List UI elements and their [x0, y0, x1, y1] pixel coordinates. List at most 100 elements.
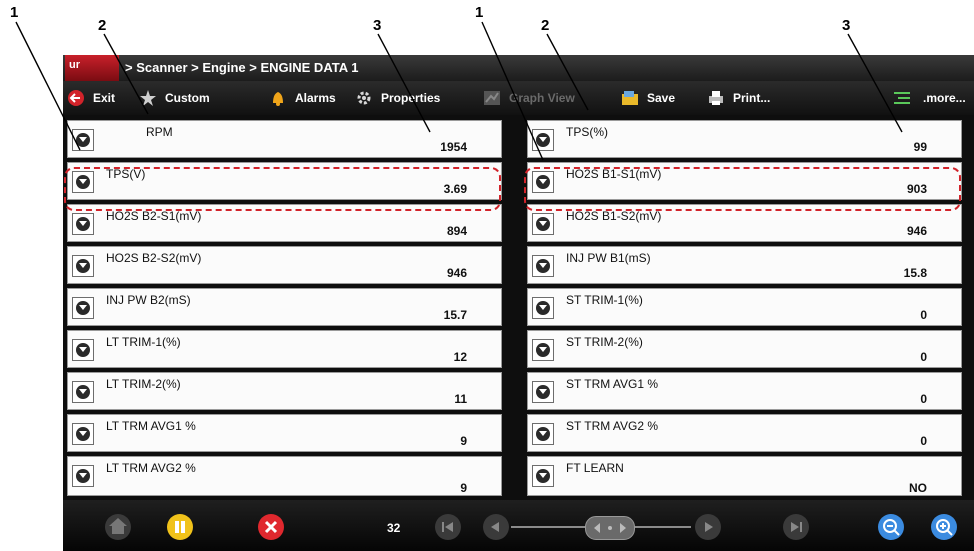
callout-3-right: 3 [842, 17, 851, 34]
more-label: .more... [923, 91, 966, 105]
chevron-down-icon [536, 385, 550, 399]
close-icon [264, 520, 278, 534]
title-bar: ur > Scanner > Engine > ENGINE DATA 1 [63, 55, 974, 81]
row-dropdown-button[interactable] [532, 213, 554, 235]
data-row[interactable]: ST TRM AVG2 % 0 [527, 414, 962, 452]
stop-button[interactable] [258, 514, 284, 540]
row-label: FT LEARN [566, 461, 624, 475]
zoom-out-button[interactable] [878, 514, 904, 540]
row-dropdown-button[interactable] [532, 297, 554, 319]
row-value: 12 [453, 350, 467, 364]
data-row[interactable]: RPM 1954 [67, 120, 502, 158]
row-dropdown-button[interactable] [72, 465, 94, 487]
properties-button[interactable]: Properties [355, 87, 440, 109]
more-button[interactable]: .more... [893, 87, 966, 109]
row-dropdown-button[interactable] [72, 297, 94, 319]
row-label: HO2S B2-S2(mV) [106, 251, 202, 265]
step-forward-button[interactable] [695, 514, 721, 540]
data-row[interactable]: HO2S B2-S2(mV) 946 [67, 246, 502, 284]
app-logo-icon: ur [65, 55, 119, 81]
home-button[interactable] [105, 514, 131, 540]
print-label: Print... [733, 91, 771, 105]
data-row[interactable]: LT TRIM-2(%) 11 [67, 372, 502, 410]
row-dropdown-button[interactable] [532, 339, 554, 361]
callout-1-left: 1 [10, 4, 19, 21]
row-dropdown-button[interactable] [72, 255, 94, 277]
row-dropdown-button[interactable] [532, 423, 554, 445]
callout-3-left: 3 [373, 17, 382, 34]
graph-view-button[interactable]: Graph View [483, 87, 575, 109]
row-dropdown-button[interactable] [72, 381, 94, 403]
scanner-screen: ur > Scanner > Engine > ENGINE DATA 1 Ex… [63, 55, 974, 551]
pause-button[interactable] [167, 514, 193, 540]
data-row[interactable]: ST TRIM-1(%) 0 [527, 288, 962, 326]
row-label: TPS(%) [566, 125, 608, 139]
chevron-down-icon [76, 427, 90, 441]
chevron-down-icon [76, 343, 90, 357]
row-label: ST TRM AVG2 % [566, 419, 659, 433]
data-row[interactable]: INJ PW B1(mS) 15.8 [527, 246, 962, 284]
alarms-button[interactable]: Alarms [269, 87, 336, 109]
row-value: 1954 [440, 140, 467, 154]
row-label: LT TRM AVG2 % [106, 461, 196, 475]
page-number: 32 [387, 521, 401, 535]
chevron-down-icon [536, 469, 550, 483]
zoom-in-button[interactable] [931, 514, 957, 540]
chevron-down-icon [536, 217, 550, 231]
slider-thumb[interactable] [585, 516, 635, 540]
row-dropdown-button[interactable] [532, 129, 554, 151]
row-dropdown-button[interactable] [532, 381, 554, 403]
row-value: 0 [920, 434, 927, 448]
row-dropdown-button[interactable] [532, 255, 554, 277]
data-row[interactable]: TPS(%) 99 [527, 120, 962, 158]
step-back-icon [491, 522, 499, 532]
data-row[interactable]: ST TRM AVG1 % 0 [527, 372, 962, 410]
data-row[interactable]: LT TRIM-1(%) 12 [67, 330, 502, 368]
row-value: 946 [446, 266, 467, 280]
data-row[interactable]: LT TRM AVG1 % 9 [67, 414, 502, 452]
exit-arrow-icon [67, 89, 85, 107]
chevron-down-icon [536, 133, 550, 147]
custom-button[interactable]: Custom [139, 87, 210, 109]
callout-2-right: 2 [541, 17, 550, 34]
print-button[interactable]: Print... [707, 87, 770, 109]
row-dropdown-button[interactable] [72, 423, 94, 445]
highlight-box-left [64, 167, 501, 211]
row-label: ST TRIM-1(%) [566, 293, 643, 307]
exit-button[interactable]: Exit [67, 87, 115, 109]
row-dropdown-button[interactable] [532, 465, 554, 487]
app-icon-text: ur [69, 59, 80, 71]
row-value: 9 [460, 434, 467, 448]
row-label: LT TRM AVG1 % [106, 419, 196, 433]
data-row[interactable]: INJ PW B2(mS) 15.7 [67, 288, 502, 326]
row-dropdown-button[interactable] [72, 213, 94, 235]
highlight-box-right [524, 167, 961, 211]
chevron-down-icon [76, 469, 90, 483]
save-button[interactable]: Save [621, 87, 675, 109]
chevron-down-icon [76, 385, 90, 399]
row-value: 894 [446, 224, 467, 238]
data-row[interactable]: FT LEARN NO [527, 456, 962, 496]
skip-last-button[interactable] [783, 514, 809, 540]
skip-last-icon [791, 522, 802, 532]
row-value: 99 [913, 140, 927, 154]
drag-handle-icon [594, 523, 626, 533]
skip-first-button[interactable] [435, 514, 461, 540]
callout-1-right: 1 [475, 4, 484, 21]
chevron-down-icon [536, 343, 550, 357]
callout-2-left: 2 [98, 17, 107, 34]
bottom-toolbar: 32 [63, 500, 974, 551]
step-back-button[interactable] [483, 514, 509, 540]
chevron-down-icon [76, 133, 90, 147]
chevron-down-icon [76, 301, 90, 315]
save-label: Save [647, 91, 676, 105]
pause-icon [175, 521, 185, 533]
data-row[interactable]: ST TRIM-2(%) 0 [527, 330, 962, 368]
row-label: INJ PW B2(mS) [106, 293, 191, 307]
row-value: NO [909, 481, 927, 495]
data-row[interactable]: LT TRM AVG2 % 9 [67, 456, 502, 496]
row-dropdown-button[interactable] [72, 129, 94, 151]
row-label: HO2S B1-S2(mV) [566, 209, 662, 223]
properties-label: Properties [381, 91, 441, 105]
row-dropdown-button[interactable] [72, 339, 94, 361]
